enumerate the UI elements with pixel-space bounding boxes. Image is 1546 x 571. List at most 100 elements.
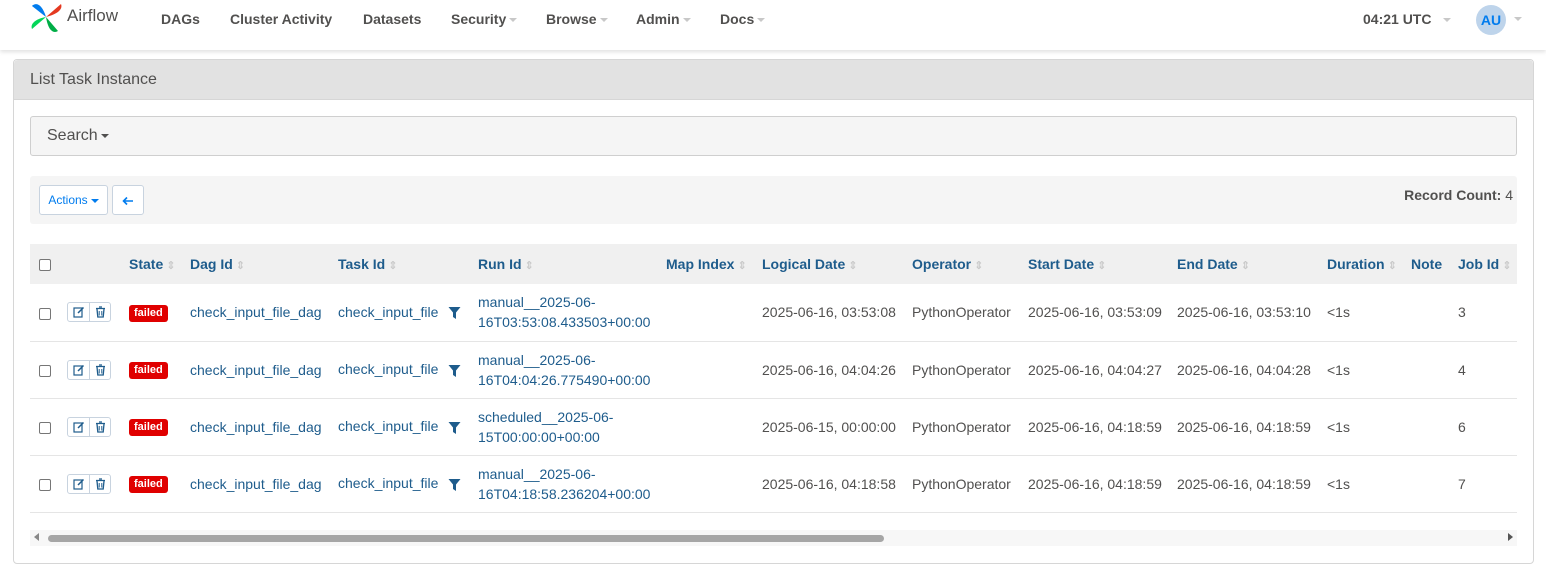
trash-icon[interactable] xyxy=(89,303,110,322)
header-logical-date[interactable]: Logical Date ⇕ xyxy=(762,244,912,284)
panel-title: List Task Instance xyxy=(14,60,1533,100)
back-button[interactable] xyxy=(112,185,144,215)
header-end-date[interactable]: End Date ⇕ xyxy=(1177,244,1327,284)
run-id-line-2: 15T00:00:00+00:00 xyxy=(478,428,600,445)
chevron-down-icon xyxy=(757,18,766,23)
state-cell: failed xyxy=(129,398,190,455)
table-row: failed check_input_file_dag check_input_… xyxy=(30,341,1517,398)
run-id-link[interactable]: manual__2025-06- 16T04:04:26.775490+00:00 xyxy=(478,350,666,390)
dag-id-link[interactable]: check_input_file_dag xyxy=(190,362,322,378)
row-actions xyxy=(67,359,111,380)
job-id-cell: 6 xyxy=(1458,418,1466,435)
chevron-down-icon[interactable] xyxy=(1514,17,1522,21)
nav-docs-label: Docs xyxy=(720,11,755,27)
trash-icon[interactable] xyxy=(89,417,110,436)
operator-cell: PythonOperator xyxy=(912,361,1011,378)
trash-icon[interactable] xyxy=(89,360,110,379)
task-id-link[interactable]: check_input_file xyxy=(338,361,438,377)
edit-icon[interactable] xyxy=(68,361,89,379)
nav-security[interactable]: Security xyxy=(451,11,518,27)
actions-button[interactable]: Actions xyxy=(39,185,108,215)
sort-icon[interactable]: ⇕ xyxy=(848,259,857,272)
filter-icon[interactable] xyxy=(448,364,461,378)
sort-icon[interactable]: ⇕ xyxy=(1241,259,1250,272)
nav-dags-label: DAGs xyxy=(161,11,200,27)
nav-dags[interactable]: DAGs xyxy=(161,11,200,27)
nav-docs[interactable]: Docs xyxy=(720,11,766,27)
state-cell: failed xyxy=(129,341,190,398)
task-id-cell: check_input_file xyxy=(338,398,478,455)
run-id-link[interactable]: scheduled__2025-06- 15T00:00:00+00:00 xyxy=(478,407,666,447)
row-checkbox[interactable] xyxy=(39,421,51,434)
dag-id-link[interactable]: check_input_file_dag xyxy=(190,419,322,435)
nav-admin[interactable]: Admin xyxy=(636,11,691,27)
select-all-checkbox[interactable] xyxy=(39,259,51,272)
header-run-id[interactable]: Run Id ⇕ xyxy=(478,244,666,284)
header-job-id[interactable]: Job Id ⇕ xyxy=(1458,244,1517,284)
edit-icon[interactable] xyxy=(68,475,89,493)
filter-icon[interactable] xyxy=(448,306,461,320)
sort-icon[interactable]: ⇕ xyxy=(1097,259,1106,272)
nav-cluster-activity[interactable]: Cluster Activity xyxy=(230,11,332,27)
sort-icon[interactable]: ⇕ xyxy=(236,259,245,272)
user-avatar[interactable]: AU xyxy=(1476,5,1506,35)
dag-id-cell: check_input_file_dag xyxy=(190,455,338,512)
header-state[interactable]: State ⇕ xyxy=(129,244,190,284)
scroll-right-arrow-icon[interactable] xyxy=(1508,533,1513,541)
row-checkbox[interactable] xyxy=(39,364,51,377)
utc-clock[interactable]: 04:21 UTC xyxy=(1363,11,1452,27)
filter-icon[interactable] xyxy=(448,421,461,435)
header-duration[interactable]: Duration ⇕ xyxy=(1327,244,1411,284)
edit-icon[interactable] xyxy=(68,418,89,436)
airflow-logo[interactable] xyxy=(28,0,64,34)
sort-icon[interactable]: ⇕ xyxy=(974,259,983,272)
sort-icon[interactable]: ⇕ xyxy=(525,259,534,272)
filter-icon[interactable] xyxy=(448,478,461,492)
nav-browse[interactable]: Browse xyxy=(546,11,608,27)
header-note: Note xyxy=(1411,244,1458,284)
run-id-link[interactable]: manual__2025-06- 16T04:18:58.236204+00:00 xyxy=(478,464,666,504)
state-cell: failed xyxy=(129,455,190,512)
row-actions-cell xyxy=(67,341,129,398)
sort-icon[interactable]: ⇕ xyxy=(737,259,746,272)
header-start-date[interactable]: Start Date ⇕ xyxy=(1028,244,1177,284)
horizontal-scrollbar[interactable] xyxy=(30,530,1517,546)
task-instance-table-wrap: State ⇕ Dag Id ⇕ Task Id ⇕ Run Id ⇕ Map Inde… xyxy=(30,244,1517,514)
scrollbar-thumb[interactable] xyxy=(48,535,884,542)
header-map-index[interactable]: Map Index ⇕ xyxy=(666,244,762,284)
nav-datasets[interactable]: Datasets xyxy=(363,11,421,27)
chevron-down-icon xyxy=(509,18,518,23)
status-badge[interactable]: failed xyxy=(129,419,168,436)
task-id-link[interactable]: check_input_file xyxy=(338,475,438,491)
status-badge[interactable]: failed xyxy=(129,476,168,493)
row-checkbox[interactable] xyxy=(39,478,51,491)
note-cell xyxy=(1411,398,1458,455)
header-dag-id[interactable]: Dag Id ⇕ xyxy=(190,244,338,284)
clock-label: 04:21 UTC xyxy=(1363,11,1432,27)
header-operator[interactable]: Operator ⇕ xyxy=(912,244,1028,284)
header-logical-date-label: Logical Date xyxy=(762,256,846,272)
job-id-cell: 3 xyxy=(1458,304,1466,321)
dag-id-link[interactable]: check_input_file_dag xyxy=(190,476,322,492)
task-id-link[interactable]: check_input_file xyxy=(338,304,438,320)
sort-icon[interactable]: ⇕ xyxy=(1502,259,1511,272)
dag-id-link[interactable]: check_input_file_dag xyxy=(190,304,322,320)
sort-icon[interactable]: ⇕ xyxy=(166,259,175,272)
row-actions xyxy=(67,302,111,323)
scroll-left-arrow-icon[interactable] xyxy=(34,533,39,541)
sort-icon[interactable]: ⇕ xyxy=(1388,259,1397,272)
task-id-link[interactable]: check_input_file xyxy=(338,418,438,434)
sort-icon[interactable]: ⇕ xyxy=(388,259,397,272)
edit-icon[interactable] xyxy=(68,303,89,321)
header-task-id[interactable]: Task Id ⇕ xyxy=(338,244,478,284)
header-duration-label: Duration xyxy=(1327,256,1385,272)
search-toggle[interactable]: Search xyxy=(30,116,1517,156)
brand-name[interactable]: Airflow xyxy=(67,6,118,26)
status-badge[interactable]: failed xyxy=(129,362,168,379)
status-badge[interactable]: failed xyxy=(129,304,168,322)
row-checkbox[interactable] xyxy=(39,307,51,320)
run-id-link[interactable]: manual__2025-06- 16T03:53:08.433503+00:00 xyxy=(478,292,666,332)
trash-icon[interactable] xyxy=(89,474,110,493)
arrow-left-icon xyxy=(122,196,133,205)
actions-label: Actions xyxy=(48,193,88,207)
